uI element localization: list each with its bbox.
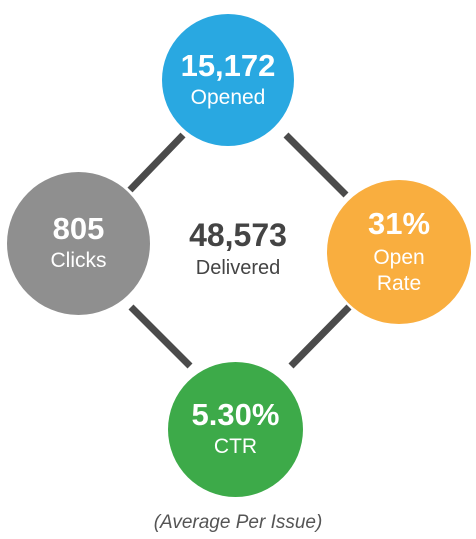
ctr-label: CTR	[213, 435, 258, 459]
opened-value: 15,172	[180, 47, 276, 83]
footnote: (Average Per Issue)	[153, 512, 323, 533]
delivered-stat: 48,573 Delivered	[168, 217, 308, 280]
connector-clicks-ctr	[128, 304, 193, 369]
connector-opened-clicks	[127, 132, 186, 193]
open-rate-label: Open Rate	[373, 245, 425, 296]
open-rate-value: 31%	[367, 205, 431, 241]
opened-circle: 15,172 Opened	[162, 14, 294, 146]
ctr-value: 5.30%	[191, 397, 280, 433]
stats-diagram: 15,172 Opened 805 Clicks 31% Open Rate 5…	[0, 0, 476, 539]
opened-label: Opened	[190, 85, 266, 109]
delivered-value: 48,573	[189, 217, 287, 253]
connector-openrate-ctr	[288, 304, 352, 369]
clicks-label: Clicks	[50, 249, 107, 273]
clicks-value: 805	[52, 211, 105, 247]
clicks-circle: 805 Clicks	[7, 172, 150, 315]
delivered-label: Delivered	[195, 257, 281, 280]
open-rate-circle: 31% Open Rate	[327, 180, 471, 324]
ctr-circle: 5.30% CTR	[168, 362, 303, 497]
connector-opened-openrate	[283, 132, 349, 198]
